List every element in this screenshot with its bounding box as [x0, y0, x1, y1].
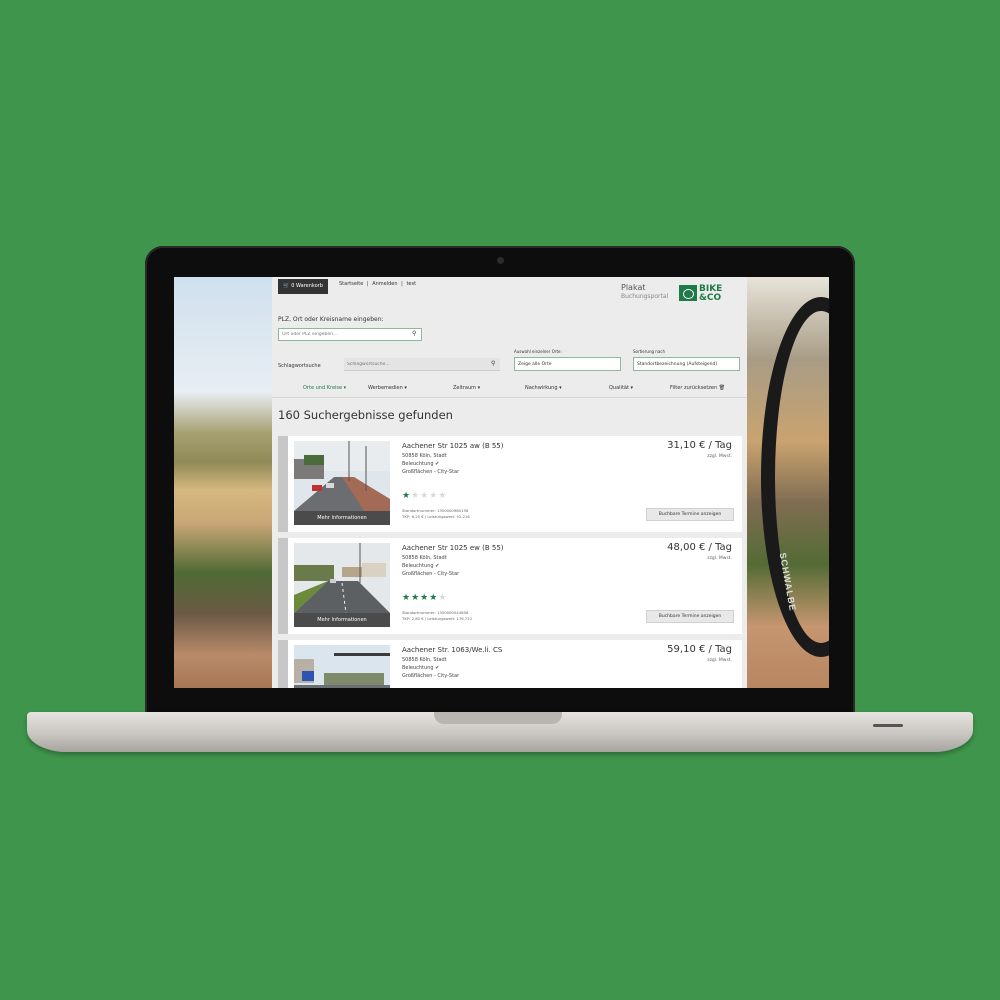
booking-portal: 🛒 0 Warenkorb Startseite | Anmelden | tes… — [272, 277, 747, 688]
filter-qualitaet[interactable]: Qualität ▾ — [609, 385, 633, 391]
top-navigation: Startseite | Anmelden | test — [339, 281, 418, 287]
star-icon: ★ — [420, 491, 430, 501]
location-photo[interactable]: Mehr Informationen — [294, 441, 390, 525]
nav-user-link[interactable]: test — [406, 281, 416, 287]
standort-number: Standortnummer: 1350000980156 — [402, 508, 469, 513]
star-icon: ★ — [402, 593, 412, 603]
standort-number: Standortnummer: 1350000044858 — [402, 610, 469, 615]
results-count-title: 160 Suchergebnisse gefunden — [278, 408, 453, 422]
show-bookable-dates-button[interactable]: Buchbare Termine anzeigen — [646, 508, 734, 521]
star-icon: ★ — [411, 491, 421, 501]
star-icon: ★ — [420, 593, 430, 603]
location-title[interactable]: Aachener Str 1025 aw (B 55) — [402, 442, 503, 450]
nav-home-link[interactable]: Startseite — [339, 281, 363, 287]
logo-text-line2: &CO — [699, 293, 722, 303]
laptop-notch — [434, 712, 562, 724]
vat-note: zzgl. Mwst. — [707, 658, 732, 663]
star-icon: ★ — [411, 593, 421, 603]
price-per-day: 48,00 € / Tag — [667, 542, 732, 553]
keyword-search-input[interactable] — [344, 358, 500, 371]
result-card: Mehr Informationen Aachener Str 1025 ew … — [278, 538, 742, 634]
star-icon: ★ — [438, 593, 448, 603]
filter-orte-kreise[interactable]: Orte und Kreise ▾ — [303, 385, 346, 391]
show-bookable-dates-button[interactable]: Buchbare Termine anzeigen — [646, 610, 734, 623]
price-per-day: 59,10 € / Tag — [667, 644, 732, 655]
brand-subtitle: Buchungsportal — [621, 293, 669, 300]
more-info-button[interactable]: Mehr Informationen — [294, 511, 390, 525]
rating-stars: ★★★★★ — [402, 491, 447, 501]
brand: Plakat Buchungsportal BIKE &CO — [621, 281, 741, 305]
star-icon: ★ — [402, 491, 412, 501]
location-address: 50858 Köln, Stadt — [402, 657, 447, 663]
laptop-indicator — [873, 724, 903, 727]
star-icon: ★ — [429, 491, 439, 501]
location-lighting: Beleuchtung ✔ — [402, 563, 440, 569]
filter-zeitraum[interactable]: Zeitraum ▾ — [453, 385, 480, 391]
landscape-photo — [174, 277, 272, 688]
result-card: Mehr Informationen Aachener Str 1025 aw … — [278, 436, 742, 532]
filter-bar: Orte und Kreise ▾ Werbemedien ▾ Zeitraum… — [272, 379, 747, 398]
rating-stars: ★★★★★ — [402, 593, 447, 603]
sort-label: Sortierung nach — [633, 349, 666, 354]
laptop-lid: SCHWALBE 🛒 0 Warenkorb Startseite | Anmel… — [145, 246, 855, 714]
cart-icon: 🛒 — [283, 283, 290, 289]
top-bar: 🛒 0 Warenkorb Startseite | Anmelden | tes… — [272, 277, 747, 309]
location-photo[interactable]: Mehr Informationen — [294, 543, 390, 627]
laptop-base — [27, 712, 973, 752]
cart-label: 0 Warenkorb — [291, 283, 323, 289]
filter-werbemedien[interactable]: Werbemedien ▾ — [368, 385, 407, 391]
street-photo-1 — [294, 441, 390, 511]
nav-separator: | — [366, 281, 369, 287]
vat-note: zzgl. Mwst. — [707, 454, 732, 459]
street-photo-3 — [294, 645, 390, 688]
plz-search-input[interactable] — [278, 328, 422, 341]
location-photo[interactable] — [294, 645, 390, 688]
bike-photo: SCHWALBE — [747, 277, 829, 688]
laptop-screen: SCHWALBE 🛒 0 Warenkorb Startseite | Anmel… — [174, 277, 829, 688]
nav-login-link[interactable]: Anmelden — [372, 281, 397, 287]
filter-nachwirkung[interactable]: Nachwirkung ▾ — [525, 385, 562, 391]
bike-co-logo[interactable]: BIKE &CO — [679, 282, 741, 304]
location-lighting: Beleuchtung ✔ — [402, 461, 440, 467]
location-title[interactable]: Aachener Str 1025 ew (B 55) — [402, 544, 504, 552]
vat-note: zzgl. Mwst. — [707, 556, 732, 561]
location-address: 50858 Köln, Stadt — [402, 453, 447, 459]
star-icon: ★ — [429, 593, 439, 603]
keyword-label: Schlagwortsuche — [278, 363, 321, 369]
nav-separator: | — [401, 281, 403, 287]
orte-select[interactable]: Zeige alle Orte — [514, 357, 621, 371]
star-icon: ★ — [438, 491, 448, 501]
search-icon[interactable]: ⚲ — [412, 330, 416, 337]
street-photo-2 — [294, 543, 390, 613]
location-title[interactable]: Aachener Str. 1063/We.li. CS — [402, 646, 502, 654]
camera — [497, 257, 504, 264]
location-stats: TKP: 6,25 € / Leistungswert: 52.216 — [402, 514, 470, 519]
cart-button[interactable]: 🛒 0 Warenkorb — [278, 279, 328, 294]
search-icon[interactable]: ⚲ — [491, 360, 495, 367]
filter-reset[interactable]: Filter zurücksetzen 🗑 — [670, 385, 725, 391]
logo-mark-icon — [679, 285, 697, 301]
location-type: Großflächen - City-Star — [402, 673, 460, 679]
location-type: Großflächen - City-Star — [402, 469, 460, 475]
result-card: Aachener Str. 1063/We.li. CS 50858 Köln,… — [278, 640, 742, 688]
brand-title: Plakat — [621, 283, 646, 292]
location-lighting: Beleuchtung ✔ — [402, 665, 440, 671]
location-address: 50858 Köln, Stadt — [402, 555, 447, 561]
location-stats: TKP: 2,80 € / Leistungswert: 176.712 — [402, 616, 473, 621]
location-type: Großflächen - City-Star — [402, 571, 460, 577]
more-info-button[interactable]: Mehr Informationen — [294, 613, 390, 627]
orte-label: Auswahl einzelner Orte: — [514, 349, 562, 354]
sort-select[interactable]: Standortbezeichnung (Aufsteigend) — [633, 357, 740, 371]
price-per-day: 31,10 € / Tag — [667, 440, 732, 451]
plz-label: PLZ, Ort oder Kreisname eingeben: — [278, 316, 384, 323]
